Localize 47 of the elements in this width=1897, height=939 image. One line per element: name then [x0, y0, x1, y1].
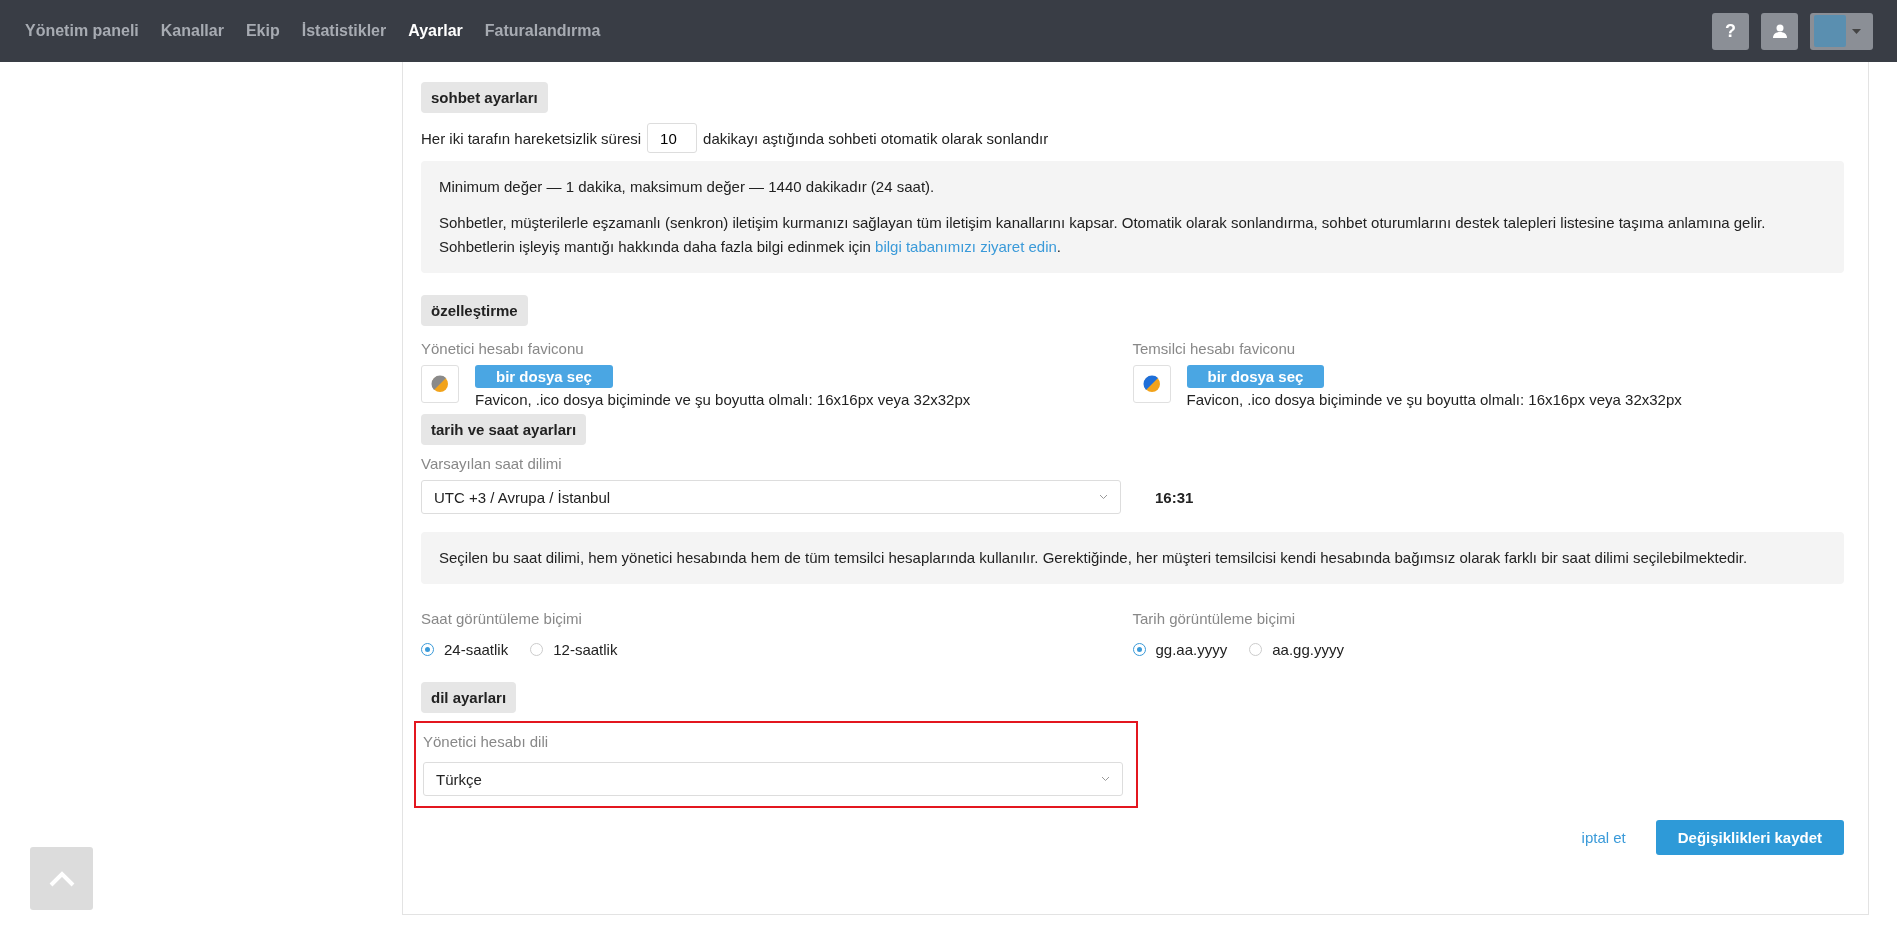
caret-icon: [1852, 28, 1861, 34]
nav-tab[interactable]: Ayarlar: [397, 22, 474, 40]
nav-tab[interactable]: Yönetim paneli: [14, 22, 150, 40]
field-label: Saat görüntüleme biçimi: [421, 610, 583, 627]
radio-option[interactable]: 12-saatlik: [530, 641, 618, 658]
avatar-image: [1814, 15, 1846, 47]
knowledge-base-link[interactable]: bilgi tabanımızı ziyaret edin: [875, 238, 1057, 255]
radio-option[interactable]: aa.gg.yyyy: [1249, 641, 1344, 658]
section-header: dil ayarları: [421, 682, 517, 713]
user-icon: [1771, 23, 1788, 39]
save-button[interactable]: Değişiklikleri kaydet: [1655, 820, 1844, 855]
field-label: Yönetici hesabı faviconu: [421, 340, 585, 357]
favicon-icon: [431, 375, 449, 393]
choose-file-button[interactable]: bir dosya seç: [1186, 365, 1325, 388]
user-button[interactable]: [1761, 12, 1798, 50]
cancel-link[interactable]: iptal et: [1581, 829, 1626, 846]
field-label: Temsilci hesabı faviconu: [1132, 340, 1297, 357]
timeout-suffix: dakikayı aştığında sohbeti otomatik olarak sonlandır: [703, 129, 1049, 147]
hint-text: Favicon, .ico dosya biçiminde ve şu boyutta olmalı: 16x16px veya 32x32px: [1186, 391, 1682, 408]
favicon-icon: [1142, 375, 1161, 393]
choose-file-button[interactable]: bir dosya seç: [475, 365, 613, 388]
field-label: Yönetici hesabı dili: [423, 733, 550, 750]
radio-option[interactable]: gg.aa.yyyy: [1132, 641, 1228, 658]
language-select[interactable]: Türkçe: [423, 762, 1123, 796]
timeout-label: Her iki tarafın hareketsizlik süresi: [421, 129, 642, 147]
timezone-select[interactable]: UTC +3 / Avrupa / İstanbul: [421, 480, 1121, 514]
section-header: sohbet ayarları: [421, 82, 548, 113]
radio-option[interactable]: 24-saatlik: [421, 641, 509, 658]
timeout-input[interactable]: 10: [647, 123, 698, 153]
chevron-up-icon: [48, 870, 75, 887]
help-button[interactable]: ?: [1712, 12, 1749, 50]
section-header: tarih ve saat ayarları: [421, 414, 587, 445]
chevron-down-icon: [1099, 494, 1108, 500]
chevron-down-icon: [1101, 776, 1110, 782]
info-text: Sohbetler, müşterilerle eşzamanlı (senkron) iletişim kurmanızı sağlayan tüm iletişim kanallarını kapsar. Otomatik olarak sonlandırma, sohbet oturumlarını destek talepleri listesine taşıma anlamına gelir. Sohbetlerin işleyiş mantığı hakkında daha fazla bilgi edinmek için bilgi tabanımızı ziyaret edin.: [439, 213, 1767, 257]
current-time: 16:31: [1155, 488, 1194, 506]
nav-tab[interactable]: Faturalandırma: [473, 22, 612, 40]
field-label: Tarih görüntüleme biçimi: [1132, 610, 1297, 627]
nav-tab[interactable]: İstatistikler: [290, 22, 398, 40]
info-text: Seçilen bu saat dilimi, hem yönetici hesabında hem de tüm temsilci hesaplarında kullanılır. Gerektiğinde, her müşteri temsilcisi kendi hesabında bağımsız olarak farklı bir saat dilimi seçilebilmektedir.: [439, 548, 1749, 568]
info-text: Minimum değer — 1 dakika, maksimum değer — 1440 dakikadır (24 saat).: [439, 177, 936, 197]
hint-text: Favicon, .ico dosya biçiminde ve şu boyutta olmalı: 16x16px veya 32x32px: [475, 391, 971, 408]
nav-tab[interactable]: Kanallar: [149, 22, 235, 40]
field-label: Varsayılan saat dilimi: [421, 455, 563, 472]
section-header: özelleştirme: [421, 295, 528, 326]
avatar-menu-button[interactable]: [1810, 12, 1873, 50]
nav-tab[interactable]: Ekip: [234, 22, 291, 40]
